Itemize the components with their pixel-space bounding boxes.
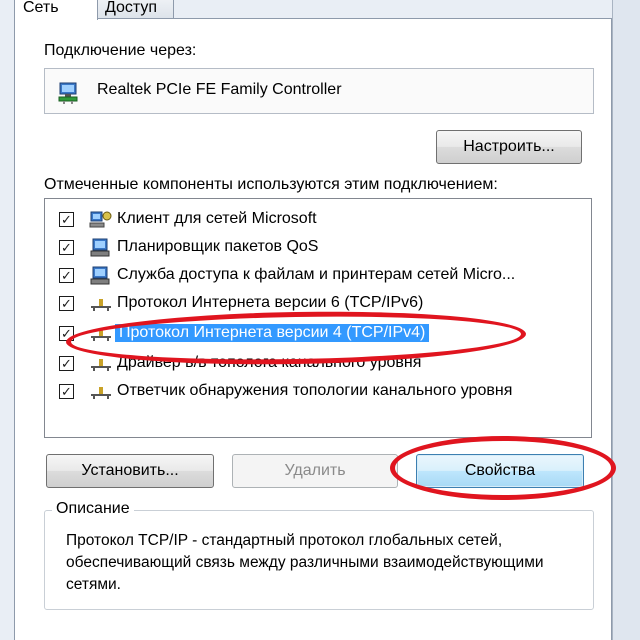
component-checkbox[interactable]: ✓ <box>59 296 74 311</box>
component-checkbox[interactable]: ✓ <box>59 212 74 227</box>
components-list[interactable]: ✓ Клиент для сетей Microsoft ✓ Планировщ… <box>44 198 592 438</box>
protocol-icon <box>91 359 111 371</box>
network-service-icon <box>90 266 110 285</box>
remove-button[interactable]: Удалить <box>232 454 398 488</box>
component-label: Протокол Интернета версии 4 (TCP/IPv4) <box>115 324 430 342</box>
tab-sharing[interactable]: Доступ <box>96 0 174 18</box>
component-label: Ответчик обнаружения топологии канальног… <box>117 382 513 399</box>
list-item-selected[interactable]: ✓ Протокол Интернета версии 4 (TCP/IPv4) <box>45 321 591 347</box>
network-service-icon <box>90 238 110 257</box>
background-window-edge <box>612 0 640 640</box>
component-label: Протокол Интернета версии 6 (TCP/IPv6) <box>117 294 424 311</box>
configure-button[interactable]: Настроить... <box>436 130 582 164</box>
adapter-name: Realtek PCIe FE Family Controller <box>97 81 342 98</box>
properties-button[interactable]: Свойства <box>416 454 584 488</box>
list-item[interactable]: ✓ Планировщик пакетов QoS <box>45 235 591 261</box>
install-button[interactable]: Установить... <box>46 454 214 488</box>
components-label: Отмеченные компоненты используются этим … <box>44 176 498 193</box>
description-legend: Описание <box>52 500 134 518</box>
protocol-icon <box>91 329 111 341</box>
component-checkbox[interactable]: ✓ <box>59 268 74 283</box>
network-adapter-icon <box>58 82 78 104</box>
component-checkbox[interactable]: ✓ <box>59 356 74 371</box>
list-item[interactable]: ✓ Драйвер в/в тополога канального уровня <box>45 351 591 377</box>
component-label: Планировщик пакетов QoS <box>117 238 319 255</box>
list-item[interactable]: ✓ Протокол Интернета версии 6 (TCP/IPv6) <box>45 291 591 317</box>
component-label: Служба доступа к файлам и принтерам сете… <box>117 266 516 283</box>
component-checkbox[interactable]: ✓ <box>59 326 74 341</box>
component-label: Клиент для сетей Microsoft <box>117 210 317 227</box>
adapter-field: Realtek PCIe FE Family Controller <box>44 68 594 114</box>
tab-strip: Сеть Доступ <box>0 0 200 20</box>
list-item[interactable]: ✓ Ответчик обнаружения топологии канальн… <box>45 379 591 405</box>
component-checkbox[interactable]: ✓ <box>59 240 74 255</box>
component-label: Драйвер в/в тополога канального уровня <box>117 354 422 371</box>
list-item[interactable]: ✓ Служба доступа к файлам и принтерам се… <box>45 263 591 289</box>
description-text: Протокол TCP/IP - стандартный протокол г… <box>66 532 544 593</box>
connect-using-label: Подключение через: <box>44 42 197 59</box>
component-checkbox[interactable]: ✓ <box>59 384 74 399</box>
network-client-icon <box>89 211 112 228</box>
protocol-icon <box>91 387 111 399</box>
protocol-icon <box>91 299 111 311</box>
list-item[interactable]: ✓ Клиент для сетей Microsoft <box>45 207 591 233</box>
tab-network[interactable]: Сеть <box>14 0 98 20</box>
